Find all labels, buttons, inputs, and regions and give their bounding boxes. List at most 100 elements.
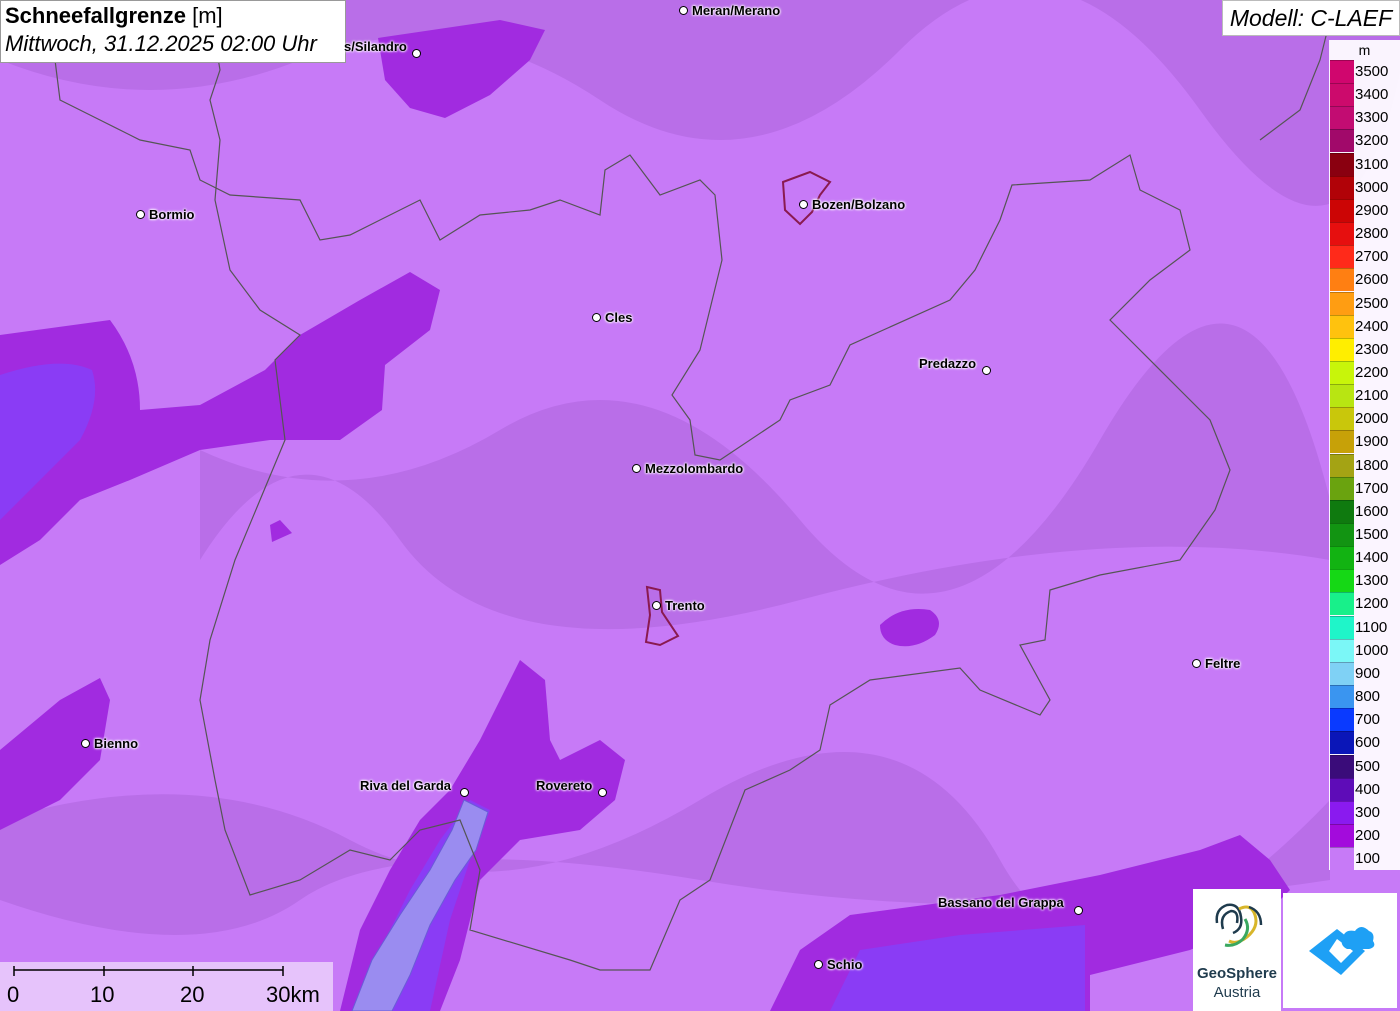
color-legend: m 3500 3400 3300 3200 3100 3000 2900 2800 2700 26… — [1329, 40, 1400, 871]
legend-label: 2600 — [1355, 271, 1389, 289]
city-marker-icon — [81, 739, 90, 748]
city-marker-icon — [982, 366, 991, 375]
legend-row: 800 — [1329, 685, 1400, 709]
legend-swatch — [1330, 476, 1354, 500]
legend-row: 3000 — [1329, 175, 1400, 199]
house-cloud-icon — [1309, 927, 1375, 975]
legend-swatch — [1330, 638, 1354, 662]
app-logo[interactable] — [1283, 893, 1397, 1008]
legend-swatch — [1330, 222, 1354, 246]
legend-row: 200 — [1329, 823, 1400, 847]
city-label: Riva del Garda — [360, 778, 452, 793]
legend-label: 3200 — [1355, 132, 1389, 150]
scale-label-10: 10 — [90, 982, 115, 1007]
legend-row: 3200 — [1329, 129, 1400, 153]
legend-label: 500 — [1355, 757, 1381, 775]
legend-label: 1400 — [1355, 549, 1389, 567]
legend-row: 2500 — [1329, 291, 1400, 315]
city-label: Bozen/Bolzano — [812, 197, 906, 212]
legend-swatch — [1330, 407, 1354, 431]
legend-row: 1800 — [1329, 453, 1400, 477]
city-marker-icon — [652, 601, 661, 610]
legend-swatch — [1330, 453, 1354, 477]
legend-swatch — [1330, 685, 1354, 709]
scale-label-30km: 30km — [266, 982, 320, 1007]
map-datetime: Mittwoch, 31.12.2025 02:00 Uhr — [5, 31, 317, 56]
legend-label: 2000 — [1355, 410, 1389, 428]
legend-row: 900 — [1329, 661, 1400, 685]
legend-row: 3300 — [1329, 106, 1400, 130]
legend-row: 100 — [1329, 847, 1400, 871]
map-title: Schneefallgrenze [m] — [5, 3, 223, 28]
legend-label: 1500 — [1355, 526, 1389, 543]
legend-swatch — [1330, 60, 1354, 83]
legend-label: 200 — [1355, 826, 1381, 844]
legend-row: 500 — [1329, 754, 1400, 778]
city-marker-icon — [460, 788, 469, 797]
snowfall-map[interactable] — [0, 0, 1400, 1011]
legend-swatch — [1330, 592, 1354, 616]
city-label: Bienno — [94, 736, 139, 751]
city-label: Mezzolombardo — [645, 461, 744, 476]
legend-swatch — [1330, 523, 1354, 546]
legend-label: 2200 — [1355, 363, 1389, 381]
legend-label: 1300 — [1355, 572, 1389, 590]
legend-swatch — [1330, 268, 1354, 292]
legend-label: 300 — [1355, 803, 1381, 821]
scale-label-20: 20 — [180, 982, 205, 1007]
legend-label: 1200 — [1355, 595, 1389, 613]
legend-row: 2600 — [1329, 268, 1400, 292]
legend-label: 2300 — [1355, 340, 1389, 358]
legend-label: 3100 — [1355, 155, 1389, 173]
city-label: Rovereto — [536, 778, 593, 793]
legend-label: 3400 — [1355, 86, 1389, 104]
legend-label: 1700 — [1355, 479, 1389, 497]
legend-label: 3300 — [1355, 109, 1389, 127]
legend-label: 700 — [1355, 711, 1381, 729]
geosphere-logo-subtext: Austria — [1213, 984, 1261, 1001]
legend-label: 1000 — [1355, 641, 1389, 659]
title-box: Schneefallgrenze [m] Mittwoch, 31.12.202… — [0, 0, 346, 63]
scale-bar: 0 10 20 30km — [0, 962, 333, 1011]
legend-swatch — [1330, 800, 1354, 824]
scale-label-0: 0 — [7, 982, 20, 1007]
legend-swatch — [1330, 708, 1354, 732]
city-label: Schio — [827, 957, 863, 972]
city-marker-icon — [412, 49, 421, 58]
legend-swatch — [1330, 847, 1354, 871]
legend-row: 1900 — [1329, 430, 1400, 454]
legend-row: 3400 — [1329, 83, 1400, 107]
legend-label: 2400 — [1355, 317, 1389, 335]
city-marker-icon — [679, 6, 688, 15]
legend-swatch — [1330, 823, 1354, 847]
legend-swatch — [1330, 661, 1354, 685]
legend-label: 600 — [1355, 734, 1381, 752]
city-label: Cles — [605, 310, 633, 325]
legend-swatch — [1330, 546, 1354, 570]
legend-row: 2000 — [1329, 407, 1400, 431]
model-label: Modell: C-LAEF — [1222, 0, 1400, 36]
city-label: s/Silandro — [344, 39, 407, 54]
legend-label: 900 — [1355, 664, 1381, 682]
city-marker-icon — [799, 200, 808, 209]
geosphere-logo[interactable]: GeoSphere Austria — [1193, 889, 1281, 1011]
legend-label: 2700 — [1355, 248, 1389, 266]
legend-swatch — [1330, 777, 1354, 801]
legend-swatch — [1330, 291, 1354, 315]
legend-swatch — [1330, 152, 1354, 176]
legend-swatch — [1330, 360, 1354, 384]
legend-row: 1600 — [1329, 499, 1400, 523]
legend-label: 100 — [1355, 850, 1381, 868]
legend-row: 1300 — [1329, 569, 1400, 593]
legend-row: 2200 — [1329, 360, 1400, 384]
legend-label: 1600 — [1355, 502, 1389, 520]
legend-row: 1400 — [1329, 546, 1400, 570]
legend-row: 3100 — [1329, 152, 1400, 176]
legend-swatch — [1330, 754, 1354, 778]
city-marker-icon — [592, 313, 601, 322]
legend-label: 1900 — [1355, 433, 1389, 451]
city-marker-icon — [814, 960, 823, 969]
legend-label: 3500 — [1355, 63, 1389, 80]
legend-row: 2400 — [1329, 314, 1400, 338]
city-marker-icon — [632, 464, 641, 473]
